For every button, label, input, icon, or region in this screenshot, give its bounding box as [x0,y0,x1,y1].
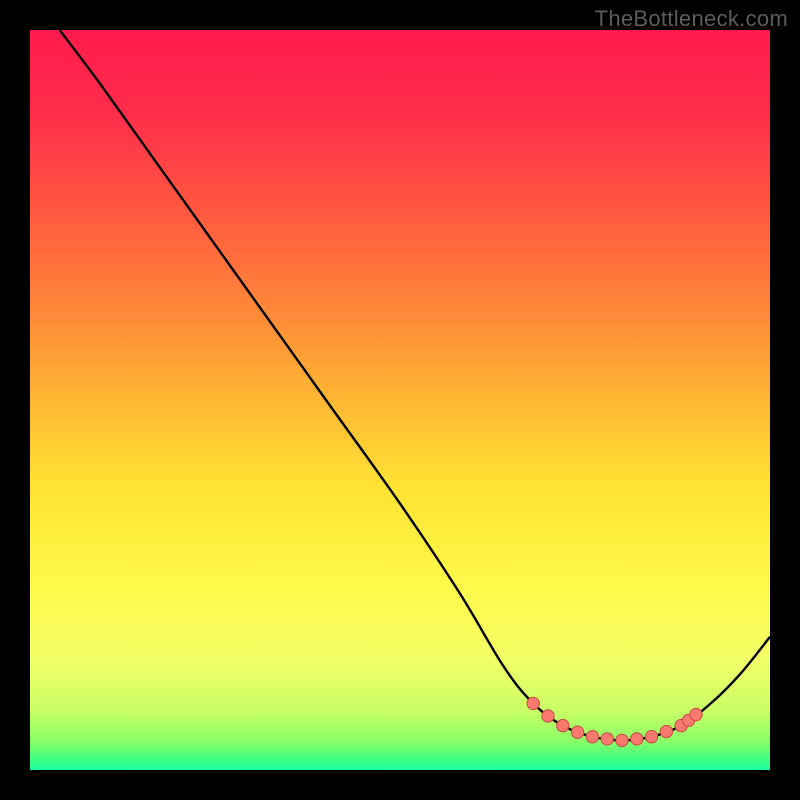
plot-area [30,30,770,770]
optimum-point [690,708,702,720]
optimum-point [557,719,569,731]
optimum-point [542,710,554,722]
watermark-text: TheBottleneck.com [595,6,788,32]
optimum-point [571,726,583,738]
optimum-point [527,697,539,709]
bottleneck-curve-chart [30,30,770,770]
optimum-point [601,733,613,745]
optimum-point [616,734,628,746]
optimum-point [660,725,672,737]
chart-frame: TheBottleneck.com [0,0,800,800]
optimum-point [586,731,598,743]
optimum-point [631,733,643,745]
optimum-point [645,731,657,743]
